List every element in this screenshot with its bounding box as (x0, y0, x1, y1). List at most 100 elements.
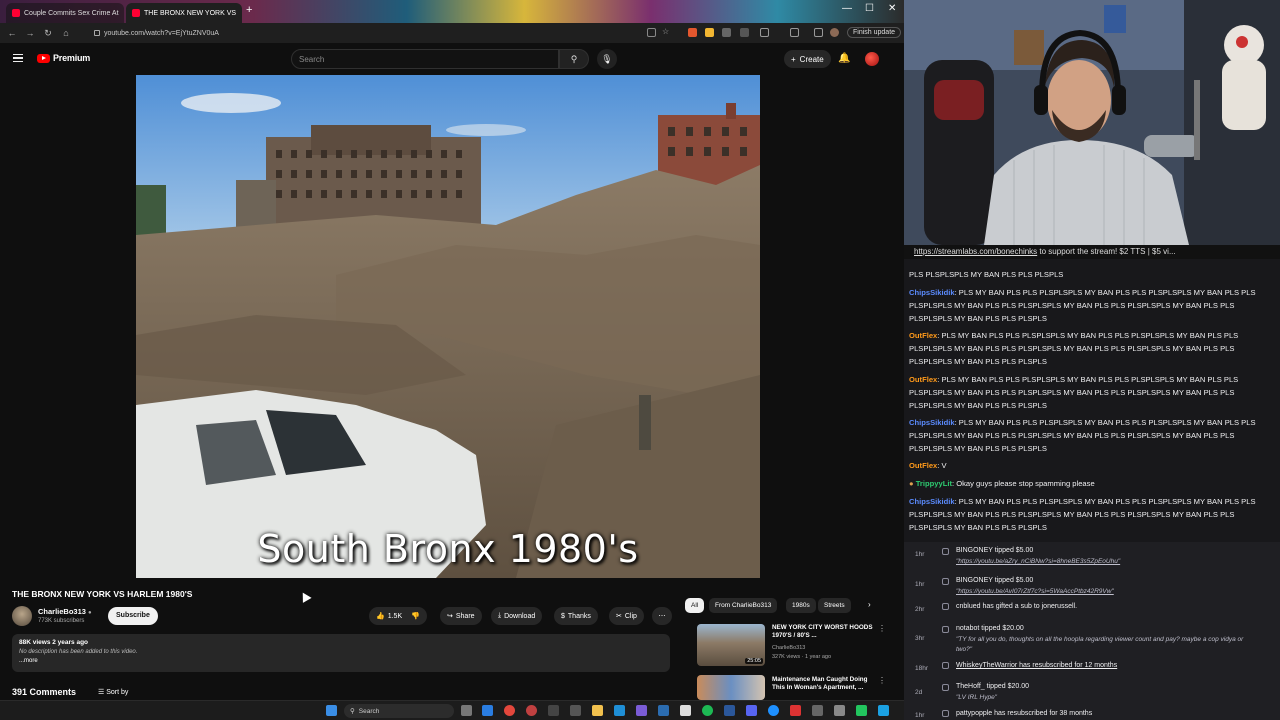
message-text: : PLS MY BAN PLS PLS PLSPLSPLS MY BAN PL… (909, 497, 1256, 532)
finish-update-button[interactable]: Finish update (847, 27, 902, 38)
like-button[interactable]: 👍 1.5K 👎 (369, 607, 427, 625)
event-text: TheHoff_ tipped $20.00 (956, 683, 1030, 690)
sidebar-icon[interactable] (790, 28, 799, 37)
app-icon[interactable] (614, 705, 625, 716)
app-icon[interactable] (878, 705, 889, 716)
event-message[interactable]: "https://youtu.be/aZry_nCiBNw?si=8hneBE3… (956, 558, 1120, 565)
more-vertical-icon[interactable]: ⋮ (878, 676, 886, 685)
download-icon[interactable] (814, 28, 823, 37)
app-icon[interactable] (680, 705, 691, 716)
thanks-button[interactable]: $ Thanks (554, 607, 598, 625)
url-field[interactable]: youtube.com/watch?v=EjYtuZNV0uA (84, 26, 644, 40)
app-icon[interactable] (812, 705, 823, 716)
tab-bronx[interactable]: THE BRONX NEW YORK VS ✕ (126, 3, 242, 23)
minimize-icon[interactable]: — (842, 3, 852, 14)
event-message[interactable]: "https://youtu.be/AvI07rZtf7c?si=5WaAccP… (956, 588, 1114, 595)
tab-couple[interactable]: Couple Commits Sex Crime At ✕ (6, 3, 124, 23)
chat-username[interactable]: ChipsSikidik (909, 418, 955, 427)
download-button[interactable]: ⤓ Download (491, 607, 543, 625)
extension-icon[interactable] (740, 28, 749, 37)
search-input[interactable]: Search (291, 49, 559, 69)
home-icon[interactable]: ⌂ (57, 28, 75, 38)
back-icon[interactable]: ← (3, 28, 21, 38)
search-button[interactable]: ⚲ (559, 49, 589, 69)
logo-text: Premium (53, 53, 91, 63)
app-icon[interactable] (570, 705, 581, 716)
forward-icon[interactable]: → (21, 28, 39, 38)
spotify-icon[interactable] (702, 705, 713, 716)
event-time: 1hr (915, 712, 925, 719)
chat-username[interactable]: TrippyyLit (916, 479, 952, 488)
related-thumbnail[interactable]: 25:05 (697, 624, 765, 666)
message-text: PLS PLSPLSPLS MY BAN PLS PLS PLSPLS (909, 270, 1064, 279)
related-channel[interactable]: CharlieBo313 (772, 645, 805, 652)
cast-icon[interactable] (647, 28, 656, 37)
extension-icon[interactable] (688, 28, 697, 37)
donation-link[interactable]: https://streamlabs.com/bonechinks (914, 247, 1037, 256)
extensions-puzzle-icon[interactable] (760, 28, 769, 37)
chip-streets[interactable]: Streets (818, 598, 851, 613)
chip-all[interactable]: All (685, 598, 705, 613)
app-icon[interactable] (834, 705, 845, 716)
sort-by-button[interactable]: ☰ Sort by (98, 688, 128, 696)
related-thumbnail[interactable] (697, 675, 765, 700)
chat-username[interactable]: ChipsSikidik (909, 497, 955, 506)
microphone-icon[interactable]: 🎙 (597, 49, 617, 69)
bookmark-star-icon[interactable]: ☆ (662, 28, 671, 37)
chat-username[interactable]: OutFlex (909, 461, 937, 470)
app-icon[interactable] (526, 705, 537, 716)
file-explorer-icon[interactable] (592, 705, 603, 716)
chat-username[interactable]: OutFlex (909, 331, 937, 340)
account-avatar[interactable] (865, 52, 879, 66)
chrome-icon[interactable] (504, 705, 515, 716)
clip-button[interactable]: ✂ Clip (609, 607, 644, 625)
channel-avatar[interactable] (12, 606, 32, 626)
video-frame-image (136, 75, 760, 578)
share-button[interactable]: ↪ Share (440, 607, 482, 625)
related-meta: 327K views · 1 year ago (772, 654, 832, 660)
related-title[interactable]: Maintenance Man Caught Doing This In Wom… (772, 676, 880, 691)
reload-icon[interactable]: ↻ (39, 28, 57, 39)
close-window-icon[interactable]: ✕ (888, 3, 896, 14)
chip-1980s[interactable]: 1980s (786, 598, 816, 613)
channel-name[interactable]: CharlieBo313 ● (38, 607, 92, 616)
profile-avatar-icon[interactable] (830, 28, 839, 37)
app-icon[interactable] (548, 705, 559, 716)
notifications-bell-icon[interactable]: 🔔 (838, 53, 850, 64)
maximize-icon[interactable]: ☐ (865, 3, 874, 14)
plus-icon: + (791, 54, 796, 64)
edge-icon[interactable] (482, 705, 493, 716)
discord-icon[interactable] (746, 705, 757, 716)
show-more-link[interactable]: ...more (19, 658, 663, 664)
thumbs-down-icon[interactable]: 👎 (411, 612, 420, 620)
youtube-logo[interactable]: Premium (37, 53, 90, 63)
video-player[interactable]: South Bronx 1980's (136, 75, 760, 578)
more-actions-button[interactable]: ⋯ (652, 607, 672, 625)
extension-icon[interactable] (705, 28, 714, 37)
description-box[interactable]: 88K views 2 years ago No description has… (12, 634, 670, 672)
event-time: 2hr (915, 606, 925, 613)
extension-icon[interactable] (722, 28, 731, 37)
new-tab-button[interactable]: + (246, 4, 252, 16)
app-icon[interactable] (636, 705, 647, 716)
windows-start-icon[interactable] (326, 705, 337, 716)
chat-username[interactable]: ChipsSikidik (909, 288, 955, 297)
chip-from-channel[interactable]: From CharlieBo313 (709, 598, 778, 613)
search-placeholder: Search (299, 54, 325, 64)
video-caption: South Bronx 1980's (257, 527, 639, 571)
task-view-icon[interactable] (461, 705, 472, 716)
app-icon[interactable] (768, 705, 779, 716)
app-icon[interactable] (790, 705, 801, 716)
subscribe-button[interactable]: Subscribe (108, 607, 158, 625)
word-icon[interactable] (724, 705, 735, 716)
taskbar-search[interactable]: ⚲ Search (344, 704, 454, 718)
app-icon[interactable] (658, 705, 669, 716)
site-info-icon[interactable] (94, 30, 100, 36)
related-title[interactable]: NEW YORK CITY WORST HOODS 1970'S / 80'S … (772, 624, 880, 639)
create-button[interactable]: + Create (784, 50, 831, 68)
menu-icon[interactable] (13, 54, 23, 62)
chat-username[interactable]: OutFlex (909, 375, 937, 384)
more-vertical-icon[interactable]: ⋮ (878, 624, 886, 633)
chevron-right-icon[interactable]: › (868, 600, 871, 609)
app-icon[interactable] (856, 705, 867, 716)
